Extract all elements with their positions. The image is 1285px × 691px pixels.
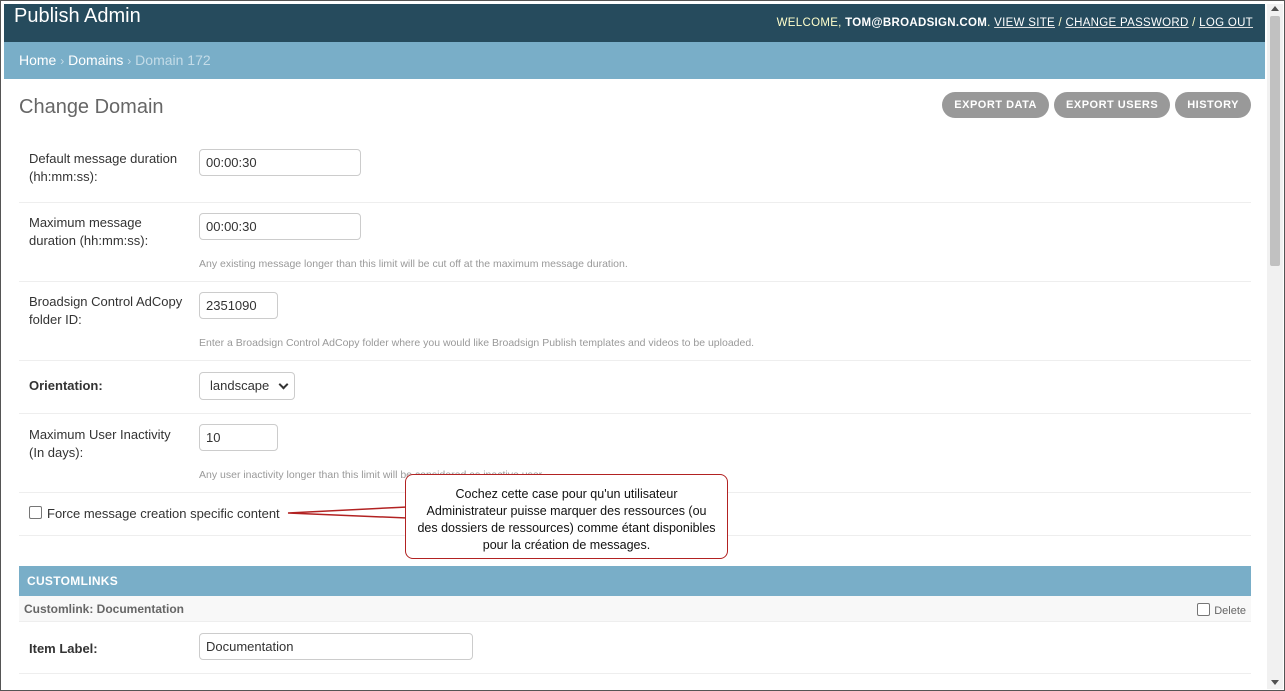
browser-frame: Publish Admin WELCOME, TOM@BROADSIGN.COM… — [0, 0, 1285, 691]
annotation-callout: Cochez cette case pour qu'un utilisateur… — [405, 474, 728, 559]
scroll-up-icon[interactable] — [1271, 6, 1279, 11]
scrollbar-thumb[interactable] — [1270, 16, 1280, 266]
vertical-scrollbar[interactable] — [1267, 4, 1283, 689]
scroll-down-icon[interactable] — [1271, 680, 1279, 685]
callout-pointer — [287, 506, 408, 519]
